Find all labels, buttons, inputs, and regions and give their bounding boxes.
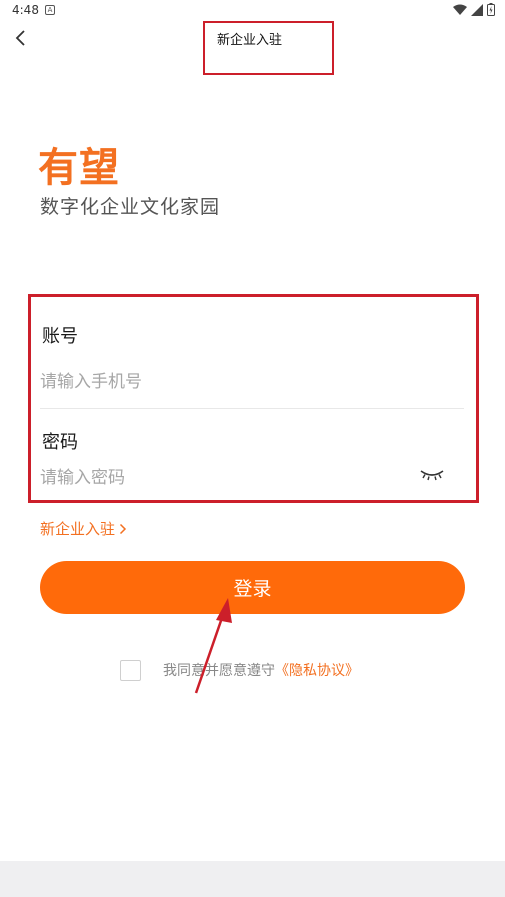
agreement-prefix: 我同意并愿意遵守 (163, 663, 275, 679)
account-input[interactable] (40, 366, 440, 398)
privacy-agreement-link[interactable]: 《隐私协议》 (275, 663, 359, 679)
battery-icon (487, 3, 495, 16)
login-button[interactable]: 登录 (40, 561, 465, 614)
agreement-text: 我同意并愿意遵守《隐私协议》 (163, 660, 359, 680)
back-arrow-icon (15, 30, 25, 46)
brand-subtitle: 数字化企业文化家园 (40, 196, 221, 218)
brand-logo-text: 有望 (38, 145, 120, 191)
new-enterprise-link[interactable]: 新企业入驻 (40, 518, 127, 539)
password-visibility-toggle[interactable] (419, 466, 445, 484)
new-enterprise-link-label: 新企业入驻 (40, 520, 116, 538)
chevron-right-icon (119, 523, 127, 534)
annotation-box-title (203, 21, 334, 75)
system-navigation-bar (0, 861, 505, 897)
eye-closed-icon (420, 470, 444, 481)
status-bar: 4:48 A (0, 0, 505, 22)
signal-icon (471, 3, 483, 16)
status-time: 4:48 (12, 3, 39, 17)
account-label: 账号 (42, 326, 78, 347)
wifi-icon (453, 4, 467, 15)
agreement-checkbox[interactable] (120, 660, 141, 681)
status-icons (453, 3, 495, 16)
password-input[interactable] (40, 462, 400, 494)
notification-icon: A (45, 5, 55, 15)
back-button[interactable] (8, 26, 32, 50)
field-divider (40, 408, 464, 409)
password-label: 密码 (42, 432, 78, 453)
